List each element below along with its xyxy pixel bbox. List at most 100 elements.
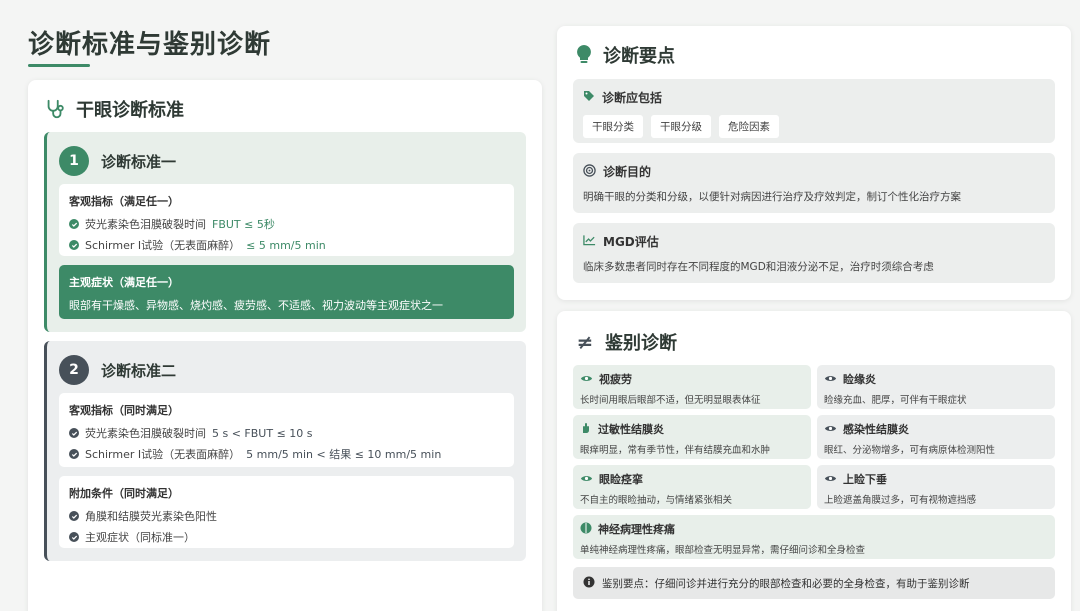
dry-eye-criteria-card: 干眼诊断标准 1 诊断标准一 客观指标（满足任一） 荧光素染色泪膜破裂时间 FB… (28, 80, 542, 611)
criteria-two-number: 2 (59, 355, 89, 385)
key-points-title: 诊断要点 (603, 46, 675, 67)
not-equal-icon: ≠ (576, 330, 594, 354)
list-item: 荧光素染色泪膜破裂时间 5 s < FBUT ≤ 10 s (69, 425, 504, 441)
differential-item-text: 睑缘充血、肥厚，可伴有干眼症状 (824, 395, 967, 406)
criteria-two-title: 诊断标准二 (101, 361, 177, 380)
list-item: 角膜和结膜荧光素染色阳性 (69, 508, 504, 524)
check-icon (69, 532, 79, 542)
tag-icon (583, 90, 595, 105)
differential-item-title: 睑缘炎 (843, 373, 876, 386)
purpose-box: 诊断目的 明确干眼的分类和分级，以便针对病因进行治疗及疗效判定，制订个性化治疗方… (573, 153, 1055, 213)
info-icon (583, 576, 595, 591)
differential-item: 感染性结膜炎 眼红、分泌物增多，可有病原体检测阳性 (817, 415, 1055, 459)
differential-item-text: 眼痒明显，常有季节性，伴有结膜充血和水肿 (580, 445, 771, 456)
criteria-one: 1 诊断标准一 客观指标（满足任一） 荧光素染色泪膜破裂时间 FBUT ≤ 5秒… (44, 132, 526, 332)
differential-item-title: 神经病理性疼痛 (598, 523, 675, 536)
additional-box: 附加条件（同时满足） 角膜和结膜荧光素染色阳性 主观症状（同标准一） (59, 476, 514, 548)
page-title: 诊断标准与鉴别诊断 (28, 30, 272, 60)
objective-title: 客观指标（同时满足） (69, 404, 179, 417)
dry-eye-header: 干眼诊断标准 (44, 96, 184, 122)
differential-item: 视疲劳 长时间用眼后眼部不适，但无明显眼表体征 (573, 365, 811, 409)
list-item-text: 荧光素染色泪膜破裂时间 (85, 218, 206, 231)
additional-title: 附加条件（同时满足） (69, 487, 179, 500)
differential-item: 睑缘炎 睑缘充血、肥厚，可伴有干眼症状 (817, 365, 1055, 409)
differential-item: 过敏性结膜炎 眼痒明显，常有季节性，伴有结膜充血和水肿 (573, 415, 811, 459)
key-points-header: 诊断要点 (575, 42, 675, 68)
mgd-text: 临床多数患者同时存在不同程度的MGD和泪液分泌不足，治疗时须综合考虑 (583, 261, 934, 273)
stethoscope-icon (44, 98, 66, 120)
list-item-value: FBUT ≤ 5秒 (212, 218, 275, 231)
brain-icon (580, 522, 592, 537)
tag-list: 干眼分类 干眼分级 危险因素 (583, 115, 1045, 138)
differential-card: ≠ 鉴别诊断 视疲劳 长时间用眼后眼部不适，但无明显眼表体征 睑缘炎 睑缘充血、… (557, 311, 1071, 611)
list-item-text: Schirmer Ⅰ试验（无表面麻醉） (85, 239, 241, 252)
differential-item-title: 眼睑痉挛 (599, 473, 643, 486)
include-box: 诊断应包括 干眼分类 干眼分级 危险因素 (573, 79, 1055, 143)
tag: 干眼分级 (651, 115, 711, 138)
differential-summary-text: 鉴别要点：仔细问诊并进行充分的眼部检查和必要的全身检查，有助于鉴别诊断 (602, 577, 970, 590)
differential-item: 上睑下垂 上睑遮盖角膜过多，可有视物遮挡感 (817, 465, 1055, 509)
include-title: 诊断应包括 (602, 91, 663, 105)
differential-item-title: 视疲劳 (599, 373, 632, 386)
criteria-one-number: 1 (59, 146, 89, 176)
tag: 危险因素 (719, 115, 779, 138)
criteria-two: 2 诊断标准二 客观指标（同时满足） 荧光素染色泪膜破裂时间 5 s < FBU… (44, 341, 526, 561)
mgd-header: MGD评估 (583, 233, 1045, 250)
subjective-title: 主观症状（满足任一） (69, 276, 179, 289)
mgd-box: MGD评估 临床多数患者同时存在不同程度的MGD和泪液分泌不足，治疗时须综合考虑 (573, 223, 1055, 283)
lightbulb-icon (575, 44, 593, 66)
include-header: 诊断应包括 (583, 89, 1045, 106)
list-item-text: 角膜和结膜荧光素染色阳性 (85, 510, 217, 523)
eye-icon (824, 373, 837, 386)
list-item: 主观症状（同标准一） (69, 529, 504, 545)
purpose-header: 诊断目的 (583, 163, 1045, 180)
tag: 干眼分类 (583, 115, 643, 138)
purpose-title: 诊断目的 (603, 165, 652, 179)
mgd-title: MGD评估 (603, 235, 659, 249)
allergy-icon (580, 422, 592, 437)
objective-box-one: 客观指标（满足任一） 荧光素染色泪膜破裂时间 FBUT ≤ 5秒 Schirme… (59, 184, 514, 256)
differential-item-text: 单纯神经病理性疼痛，眼部检查无明显异常，需仔细问诊和全身检查 (580, 545, 866, 556)
purpose-text: 明确干眼的分类和分级，以便针对病因进行治疗及疗效判定，制订个性化治疗方案 (583, 191, 961, 203)
title-underline (28, 64, 90, 67)
key-points-card: 诊断要点 诊断应包括 干眼分类 干眼分级 危险因素 诊断目的 明确干眼的分类和分… (557, 26, 1071, 300)
list-item-value: 5 s < FBUT ≤ 10 s (212, 426, 313, 440)
check-icon (69, 240, 79, 250)
eye-icon (580, 473, 593, 486)
list-item-value: ≤ 5 mm/5 min (246, 238, 326, 252)
check-icon (69, 511, 79, 521)
criteria-one-header: 1 诊断标准一 (59, 146, 176, 176)
differential-item-text: 长时间用眼后眼部不适，但无明显眼表体征 (580, 395, 761, 406)
differential-item-title: 上睑下垂 (843, 473, 887, 486)
differential-item-text: 不自主的眼睑抽动，与情绪紧张相关 (580, 495, 733, 506)
list-item-text: 主观症状（同标准一） (85, 531, 195, 544)
list-item: Schirmer Ⅰ试验（无表面麻醉） ≤ 5 mm/5 min (69, 237, 504, 253)
objective-title: 客观指标（满足任一） (69, 195, 179, 208)
eye-icon (824, 473, 837, 486)
dry-eye-title: 干眼诊断标准 (76, 100, 184, 121)
criteria-one-title: 诊断标准一 (101, 152, 177, 171)
differential-header: ≠ 鉴别诊断 (575, 329, 677, 355)
subjective-text: 眼部有干燥感、异物感、烧灼感、疲劳感、不适感、视力波动等主观症状之一 (69, 299, 443, 312)
chart-line-icon (583, 234, 596, 249)
list-item-text: Schirmer Ⅰ试验（无表面麻醉） (85, 448, 241, 461)
eye-icon (580, 373, 593, 386)
list-item: 荧光素染色泪膜破裂时间 FBUT ≤ 5秒 (69, 216, 504, 232)
subjective-box: 主观症状（满足任一） 眼部有干燥感、异物感、烧灼感、疲劳感、不适感、视力波动等主… (59, 265, 514, 319)
differential-item: 眼睑痉挛 不自主的眼睑抽动，与情绪紧张相关 (573, 465, 811, 509)
check-icon (69, 428, 79, 438)
check-icon (69, 449, 79, 459)
eye-icon (824, 423, 837, 436)
differential-item: 神经病理性疼痛 单纯神经病理性疼痛，眼部检查无明显异常，需仔细问诊和全身检查 (573, 515, 1055, 559)
differential-item-title: 感染性结膜炎 (843, 423, 909, 436)
differential-item-title: 过敏性结膜炎 (598, 423, 664, 436)
differential-title: 鉴别诊断 (605, 333, 677, 354)
check-icon (69, 219, 79, 229)
list-item-text: 荧光素染色泪膜破裂时间 (85, 427, 206, 440)
differential-item-text: 眼红、分泌物增多，可有病原体检测阳性 (824, 445, 996, 456)
list-item: Schirmer Ⅰ试验（无表面麻醉） 5 mm/5 min < 结果 ≤ 10… (69, 446, 504, 462)
differential-item-text: 上睑遮盖角膜过多，可有视物遮挡感 (824, 495, 977, 506)
target-icon (583, 163, 596, 180)
objective-box-two: 客观指标（同时满足） 荧光素染色泪膜破裂时间 5 s < FBUT ≤ 10 s… (59, 393, 514, 467)
differential-summary: 鉴别要点：仔细问诊并进行充分的眼部检查和必要的全身检查，有助于鉴别诊断 (573, 567, 1055, 599)
